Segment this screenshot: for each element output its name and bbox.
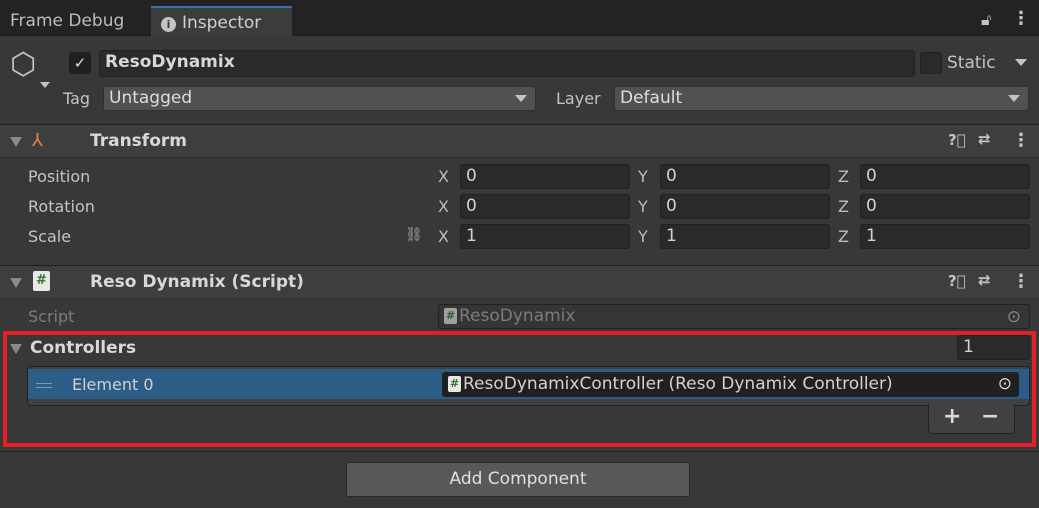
element-value: ResoDynamixController (Reso Dynamix Cont… <box>463 374 893 394</box>
transform-row-label: Position <box>28 167 91 186</box>
lock-icon[interactable]: 🔓︎ <box>981 10 991 30</box>
axis-y-label[interactable]: Y <box>638 167 648 186</box>
transform-icon: ⅄ <box>32 130 43 151</box>
script-file-icon: # <box>448 376 461 392</box>
drag-handle-icon[interactable] <box>36 383 52 388</box>
info-icon: i <box>161 17 176 32</box>
scale-y-input[interactable]: 1 <box>660 224 830 249</box>
help-icon[interactable]: ?⃝ <box>948 272 966 290</box>
object-picker-icon[interactable]: ⊙ <box>998 374 1012 394</box>
icon-dropdown-arrow[interactable] <box>40 82 50 88</box>
tab-label: Inspector <box>182 13 262 33</box>
more-icon[interactable]: ⋮ <box>1012 8 1030 29</box>
tag-dropdown[interactable]: Untagged <box>103 86 536 111</box>
constrain-proportions-icon[interactable]: ⛓ <box>405 227 423 243</box>
active-checkbox[interactable]: ✓ <box>69 52 91 74</box>
tab-inspector[interactable]: i Inspector <box>151 6 292 36</box>
static-label: Static <box>947 53 996 73</box>
script-field: # ResoDynamix ⊙ <box>438 304 1030 329</box>
chevron-down-icon <box>515 95 527 102</box>
controllers-size-input[interactable]: 1 <box>957 335 1030 360</box>
position-x-input[interactable]: 0 <box>460 164 630 189</box>
add-element-button[interactable]: + <box>943 404 961 429</box>
axis-z-label[interactable]: Z <box>838 227 849 246</box>
collapse-triangle-icon[interactable] <box>10 278 22 288</box>
axis-x-label[interactable]: X <box>438 197 449 216</box>
help-icon[interactable]: ?⃝ <box>948 131 966 149</box>
more-icon[interactable]: ⋮ <box>1012 130 1030 151</box>
transform-row-label: Scale <box>28 227 72 246</box>
script-component-title: Reso Dynamix (Script) <box>90 272 304 292</box>
script-file-icon: # <box>444 308 457 324</box>
object-name-input[interactable]: ResoDynamix <box>99 50 915 77</box>
tag-value: Untagged <box>109 88 193 108</box>
scale-z-input[interactable]: 1 <box>860 224 1030 249</box>
layer-label: Layer <box>556 89 601 108</box>
position-y-input[interactable]: 0 <box>660 164 830 189</box>
rotation-y-input[interactable]: 0 <box>660 194 830 219</box>
remove-element-button[interactable]: − <box>981 404 999 429</box>
element-label: Element 0 <box>72 375 154 394</box>
rotation-x-input[interactable]: 0 <box>460 194 630 219</box>
axis-z-label[interactable]: Z <box>838 197 849 216</box>
add-component-button[interactable]: Add Component <box>346 462 690 497</box>
axis-x-label[interactable]: X <box>438 167 449 186</box>
static-checkbox[interactable] <box>920 52 942 74</box>
layer-value: Default <box>620 88 683 108</box>
gameobject-cube-icon[interactable]: ⬡ <box>10 50 36 80</box>
axis-y-label[interactable]: Y <box>638 227 648 246</box>
collapse-triangle-icon[interactable] <box>10 137 22 147</box>
rotation-z-input[interactable]: 0 <box>860 194 1030 219</box>
object-picker-icon: ⊙ <box>1006 307 1021 327</box>
collapse-triangle-icon[interactable] <box>10 344 22 354</box>
script-value: ResoDynamix <box>459 306 576 326</box>
divider <box>0 451 1039 452</box>
transform-row-label: Rotation <box>28 197 95 216</box>
axis-z-label[interactable]: Z <box>838 167 849 186</box>
controllers-label[interactable]: Controllers <box>30 338 136 358</box>
script-icon: # <box>33 271 52 291</box>
transform-title: Transform <box>90 131 187 151</box>
element-object-field[interactable]: # ResoDynamixController (Reso Dynamix Con… <box>442 372 1019 397</box>
script-label: Script <box>28 307 75 326</box>
chevron-down-icon <box>1008 95 1020 102</box>
layer-dropdown[interactable]: Default <box>614 86 1029 111</box>
presets-icon[interactable]: ⇄ <box>978 271 991 289</box>
list-footer <box>928 404 1015 434</box>
more-icon[interactable]: ⋮ <box>1012 271 1030 292</box>
static-dropdown[interactable] <box>1015 59 1027 66</box>
axis-y-label[interactable]: Y <box>638 197 648 216</box>
tag-label: Tag <box>63 89 91 108</box>
axis-x-label[interactable]: X <box>438 227 449 246</box>
tab-frame-debug[interactable]: Frame Debug <box>0 6 134 36</box>
scale-x-input[interactable]: 1 <box>460 224 630 249</box>
presets-icon[interactable]: ⇄ <box>978 130 991 148</box>
position-z-input[interactable]: 0 <box>860 164 1030 189</box>
